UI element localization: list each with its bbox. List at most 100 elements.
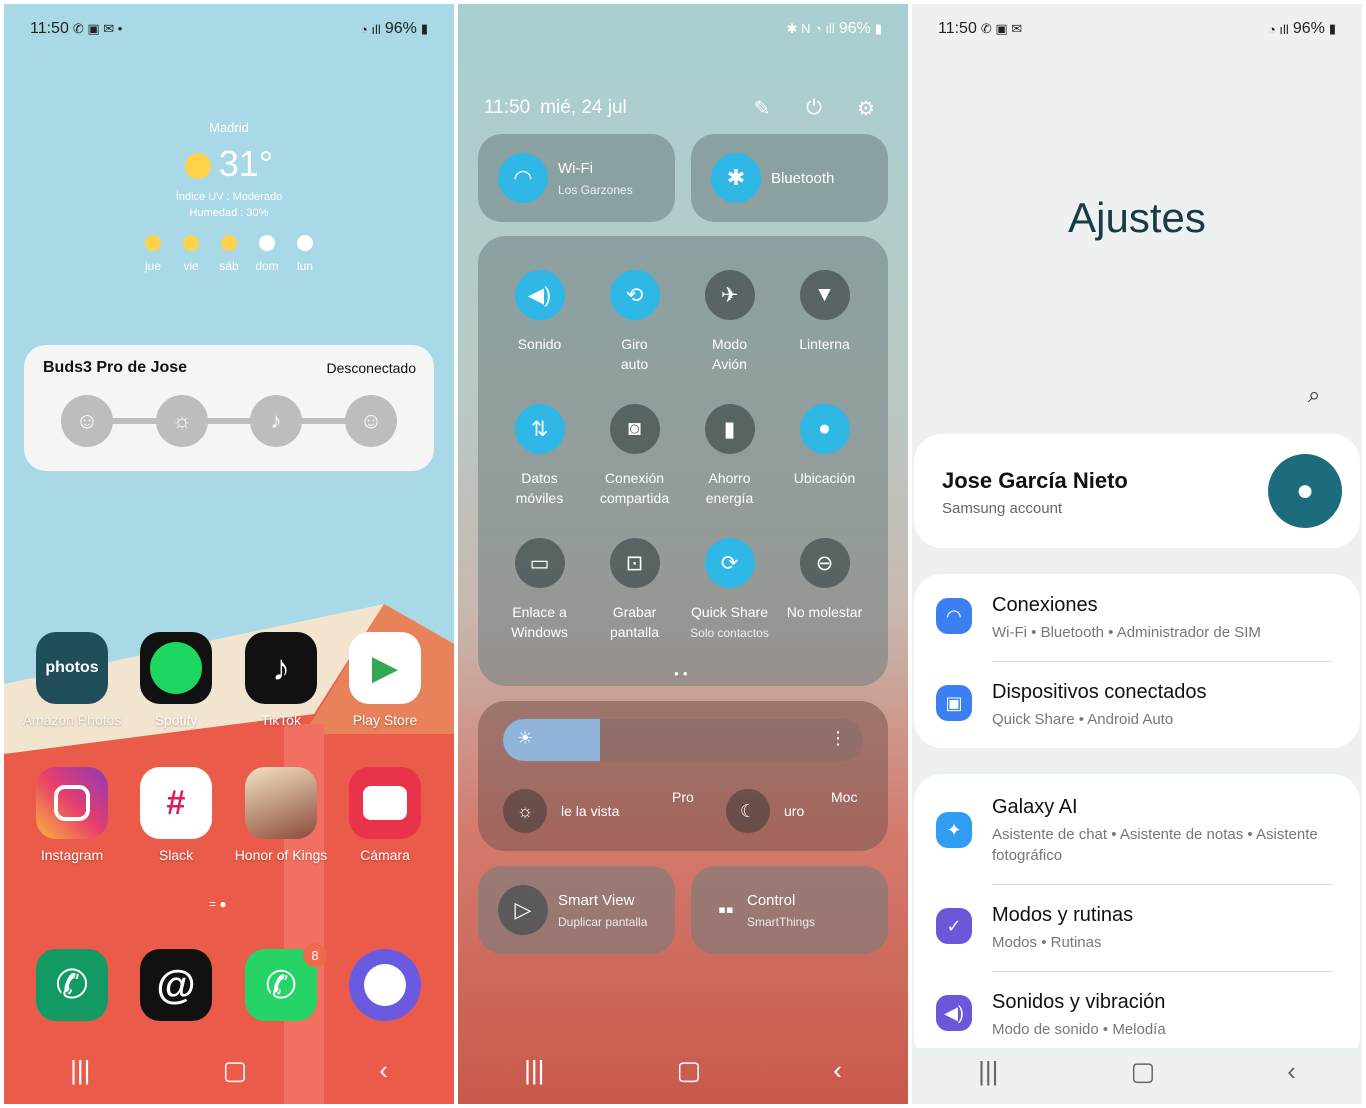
smartthings-icon: ▪▪ — [718, 897, 734, 922]
tile-modo-avion[interactable]: ✈ Modo Avión — [682, 270, 777, 374]
home-icon[interactable]: ▢ — [1131, 1056, 1156, 1087]
smart-view-tile[interactable]: ▷ Smart View Duplicar pantalla — [478, 866, 675, 954]
home-icon[interactable]: ▢ — [223, 1055, 248, 1086]
bluetooth-icon: ✱ — [711, 153, 761, 203]
tile-ubicacion[interactable]: ● Ubicación — [777, 404, 872, 488]
recents-icon[interactable]: ||| — [70, 1055, 90, 1086]
notification-icons: ✆ ▣ ✉ • — [72, 21, 123, 36]
adaptive-icon[interactable]: ♪ — [250, 395, 302, 447]
app-amazon-photos[interactable]: photos Amazon Photos — [22, 632, 122, 728]
row-sonidos-vibracion[interactable]: ◀) Sonidos y vibración Modo de sonido • … — [914, 971, 1360, 1058]
battery-level: 96% — [384, 20, 417, 37]
buds-name: Buds3 Pro de Jose — [43, 359, 188, 376]
app-whatsapp[interactable]: ✆ 8 — [231, 943, 331, 1021]
signal-icon: ◔ ıll — [1267, 21, 1289, 37]
row-galaxy-ai[interactable]: ✦ Galaxy AI Asistente de chat • Asistent… — [914, 774, 1360, 882]
recents-icon[interactable]: ||| — [978, 1056, 998, 1087]
settings-screen: 11:50 ✆ ▣ ✉ ◔ ıll 96% ▮ Ajustes ⌕ Jose G… — [912, 4, 1362, 1104]
off-mode-icon[interactable]: ☺ — [345, 395, 397, 447]
row-modos-rutinas[interactable]: ✓ Modos y rutinas Modos • Rutinas — [914, 884, 1360, 971]
app-instagram[interactable]: Instagram — [22, 767, 122, 863]
tile-conexion-compartida[interactable]: ◙ Conexión compartida — [587, 404, 682, 508]
tile-datos-moviles[interactable]: ⇅ Datos móviles — [492, 404, 587, 508]
volume-icon: ◀) — [936, 995, 972, 1031]
cloud-icon — [297, 235, 313, 251]
battery-level: 96% — [838, 20, 871, 37]
search-icon[interactable]: ⌕ — [1308, 382, 1320, 408]
panel-time: 11:50 — [484, 97, 531, 118]
app-slack[interactable]: # Slack — [126, 767, 226, 863]
tile-linterna[interactable]: ▼ Linterna — [777, 270, 872, 354]
app-play-store[interactable]: ▶ Play Store — [335, 632, 435, 728]
settings-gear-icon[interactable]: ⚙ — [850, 96, 882, 121]
weather-widget[interactable]: Madrid 31° Índice UV : Moderado Humedad … — [4, 120, 454, 273]
tile-grabar-pantalla[interactable]: ⊡ Grabar pantalla — [587, 538, 682, 642]
tile-sonido[interactable]: ◀) Sonido — [492, 270, 587, 354]
routines-icon: ✓ — [936, 908, 972, 944]
app-internet[interactable] — [335, 949, 435, 1021]
wifi-icon: ◠ — [498, 153, 548, 203]
row-dispositivos-conectados[interactable]: ▣ Dispositivos conectados Quick Share • … — [914, 661, 1360, 748]
mode-option[interactable]: Moc — [831, 789, 857, 805]
app-phone[interactable]: ✆ — [22, 949, 122, 1021]
eye-comfort-toggle[interactable]: ☼ le la vista — [503, 789, 619, 833]
link-windows-icon: ▭ — [514, 538, 565, 588]
home-icon[interactable]: ▢ — [677, 1055, 702, 1086]
app-threads[interactable]: @ — [126, 949, 226, 1021]
phone-icon: ✆ — [36, 949, 108, 1021]
back-icon[interactable]: ‹ — [379, 1055, 388, 1086]
power-icon[interactable]: ⏻ — [798, 97, 830, 120]
notification-badge: 8 — [303, 943, 327, 967]
app-honor-of-kings[interactable]: Honor of Kings — [231, 767, 331, 863]
bluetooth-tile[interactable]: ✱ Bluetooth — [691, 134, 888, 222]
navigation-bar: ||| ▢ ‹ — [912, 1048, 1362, 1104]
brightness-slider[interactable]: ☀ ⋮ — [503, 719, 863, 761]
brightness-panel: ☀ ⋮ ☼ le la vista Pro ☾ uro Moc — [478, 701, 888, 851]
tile-ahorro-energia[interactable]: ▮ Ahorro energía — [682, 404, 777, 508]
app-tiktok[interactable]: ♪ TikTok — [231, 632, 331, 728]
wifi-tile[interactable]: ◠ Wi-Fi Los Garzones — [478, 134, 675, 222]
dark-mode-toggle[interactable]: ☾ uro — [726, 789, 804, 833]
weather-humidity: Humedad : 30% — [189, 207, 269, 219]
tile-no-molestar[interactable]: ⊖ No molestar — [777, 538, 872, 622]
app-spotify[interactable]: Spotify — [126, 632, 226, 728]
pro-option[interactable]: Pro — [672, 789, 694, 805]
tile-quick-share[interactable]: ⟳ Quick Share Solo contactos — [682, 538, 777, 643]
buds-widget[interactable]: Buds3 Pro de Jose Desconectado ☺ ☼ ♪ ☺ — [24, 345, 434, 471]
noise-cancel-icon[interactable]: ☺ — [61, 395, 113, 447]
battery-icon: ▮ — [420, 21, 428, 36]
sun-icon — [183, 235, 199, 251]
location-icon: ● — [799, 404, 850, 454]
screen-record-icon: ⊡ — [609, 538, 660, 588]
ambient-icon[interactable]: ☼ — [156, 395, 208, 447]
account-card[interactable]: Jose García Nieto Samsung account ● — [914, 434, 1360, 548]
more-options-icon[interactable]: ⋮ — [829, 728, 847, 749]
instagram-icon — [36, 767, 108, 839]
bluetooth-label: Bluetooth — [771, 170, 835, 187]
buds-mode-track — [84, 418, 374, 424]
flashlight-icon: ▼ — [799, 270, 850, 320]
back-icon[interactable]: ‹ — [833, 1055, 842, 1086]
tile-enlace-windows[interactable]: ▭ Enlace a Windows — [492, 538, 587, 642]
edit-icon[interactable]: ✎ — [746, 96, 778, 121]
quick-tiles-grid: ◀) Sonido ⟲ Giro auto ✈ Modo Avión ▼ Linte… — [478, 236, 888, 686]
amazon-photos-icon: photos — [36, 632, 108, 704]
eye-comfort-icon: ☼ — [503, 789, 547, 833]
row-conexiones[interactable]: ◠ Conexiones Wi-Fi • Bluetooth • Adminis… — [914, 574, 1360, 661]
app-camara[interactable]: Cámara — [335, 767, 435, 863]
battery-icon: ▮ — [1328, 21, 1336, 36]
avatar[interactable]: ● — [1268, 454, 1342, 528]
threads-icon: @ — [140, 949, 212, 1021]
back-icon[interactable]: ‹ — [1287, 1056, 1296, 1087]
airplane-icon: ✈ — [704, 270, 755, 320]
forecast-day: sáb — [216, 235, 242, 273]
mobile-data-icon: ⇅ — [514, 404, 565, 454]
forecast-day: lun — [292, 235, 318, 273]
recents-icon[interactable]: ||| — [524, 1055, 544, 1086]
forecast-day: jue — [140, 235, 166, 273]
smartthings-tile[interactable]: ▪▪ Control SmartThings — [691, 866, 888, 954]
tile-giro-auto[interactable]: ⟲ Giro auto — [587, 270, 682, 374]
status-time: 11:50 — [30, 20, 69, 37]
page-indicator: = ● — [209, 897, 227, 911]
forecast-day: vie — [178, 235, 204, 273]
